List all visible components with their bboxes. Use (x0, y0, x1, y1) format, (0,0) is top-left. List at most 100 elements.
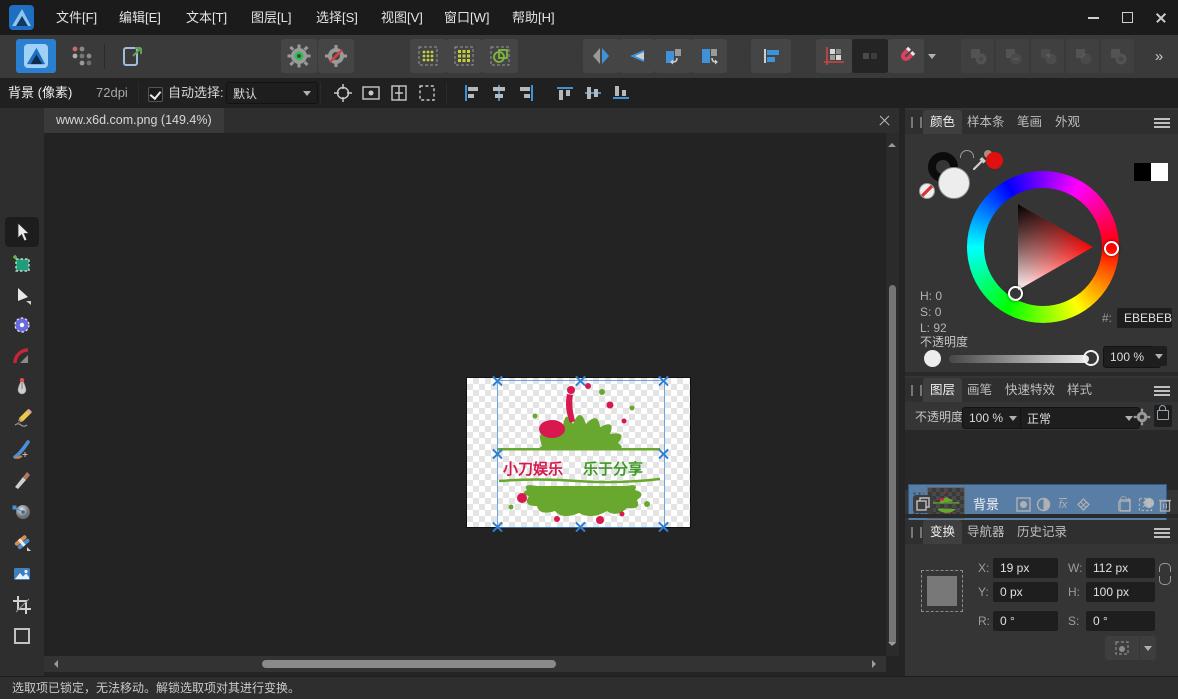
rotation-input[interactable]: 0 ° (993, 611, 1058, 631)
anchor-center[interactable] (927, 576, 957, 606)
align-left-button[interactable] (458, 81, 484, 105)
tool-move[interactable] (10, 220, 34, 244)
tool-fill-gradient[interactable] (10, 499, 34, 523)
scroll-right-arrow[interactable] (872, 660, 880, 668)
transform-anchor-selector[interactable] (921, 570, 963, 612)
duplicate-layer-button[interactable] (913, 495, 933, 513)
mask-layer-button[interactable] (1013, 495, 1033, 513)
boolean-intersect-button[interactable] (1031, 39, 1064, 73)
tool-corner[interactable] (10, 344, 34, 368)
tool-crop[interactable] (10, 593, 34, 617)
hide-selection-button[interactable] (358, 81, 384, 105)
boolean-subtract-button[interactable] (996, 39, 1029, 73)
lock-layer-button[interactable] (1154, 405, 1172, 427)
panel-drag-handle[interactable] (911, 527, 922, 538)
designer-persona-button[interactable] (16, 39, 56, 73)
panel-drag-handle[interactable] (911, 117, 922, 128)
snapping-manager-button[interactable] (281, 39, 317, 73)
panel-menu-icon[interactable] (1154, 528, 1170, 530)
selection-handle-bottom-left[interactable] (491, 520, 504, 533)
hex-input[interactable]: EBEBEB (1117, 308, 1172, 328)
picked-color-swatch[interactable] (986, 152, 1003, 169)
no-color-swatch[interactable] (919, 183, 935, 199)
align-middle-button[interactable] (580, 81, 606, 105)
fill-color-selector[interactable] (938, 167, 970, 199)
x-input[interactable]: 19 px (993, 558, 1058, 578)
vertical-scrollbar[interactable] (886, 133, 899, 656)
layers-opacity-dropdown[interactable]: 100 % (962, 407, 1024, 429)
menu-item-view[interactable]: 视图[V] (375, 0, 429, 35)
panel-drag-handle[interactable] (911, 385, 922, 396)
tool-node[interactable] (10, 284, 34, 308)
dynamic-guides-button[interactable] (816, 39, 852, 73)
grayscale-swatch-white[interactable] (1151, 163, 1168, 181)
align-center-button[interactable] (486, 81, 512, 105)
menu-item-select[interactable]: 选择[S] (310, 0, 364, 35)
shear-input[interactable]: 0 ° (1086, 611, 1155, 631)
adjustment-layer-button[interactable] (1033, 495, 1053, 513)
tab-swatches[interactable]: 样本条 (960, 110, 1012, 134)
selection-handle-bottom-center[interactable] (574, 520, 587, 533)
transform-mode-dropdown[interactable] (1140, 636, 1156, 660)
horizontal-scrollbar[interactable] (44, 656, 886, 672)
canvas-viewport[interactable]: 小刀娱乐 乐于分享 (44, 133, 886, 656)
menu-item-layer[interactable]: 图层[L] (245, 0, 297, 35)
w-input[interactable]: 112 px (1086, 558, 1155, 578)
toolbar-overflow-button[interactable]: » (1148, 39, 1170, 73)
rotate-cw-button[interactable] (691, 39, 727, 73)
maximize-button[interactable] (1110, 0, 1144, 35)
tab-color[interactable]: 颜色 (923, 110, 962, 134)
align-bottom-button[interactable] (608, 81, 634, 105)
menu-item-file[interactable]: 文件[F] (50, 0, 103, 35)
snapping-toggle-button[interactable] (888, 39, 924, 73)
opacity-slider-handle[interactable] (1083, 350, 1099, 366)
tab-layers[interactable]: 图层 (923, 378, 962, 402)
tool-selection-brush[interactable] (10, 313, 34, 337)
tool-pencil[interactable] (10, 406, 34, 430)
selection-handle-top-center[interactable] (574, 374, 587, 387)
boolean-add-button[interactable] (961, 39, 994, 73)
scroll-up-arrow[interactable] (888, 139, 896, 147)
export-persona-button[interactable] (113, 39, 153, 73)
tab-navigator[interactable]: 导航器 (960, 520, 1012, 544)
menu-item-edit[interactable]: 编辑[E] (113, 0, 167, 35)
selection-handle-bottom-right[interactable] (657, 520, 670, 533)
pixel-grid-button[interactable] (410, 39, 446, 73)
selection-handle-top-left[interactable] (491, 374, 504, 387)
tool-vector-brush[interactable] (10, 437, 34, 461)
flip-horizontal-button[interactable] (583, 39, 619, 73)
y-input[interactable]: 0 px (993, 582, 1058, 602)
opacity-dropdown-button[interactable] (1151, 346, 1167, 366)
cycle-selection-box-button[interactable] (414, 81, 440, 105)
horizontal-scroll-thumb[interactable] (262, 660, 556, 668)
menu-item-help[interactable]: 帮助[H] (506, 0, 561, 35)
transform-origin-button[interactable] (386, 81, 412, 105)
tab-transform[interactable]: 变换 (923, 520, 962, 544)
tool-pen[interactable] (10, 375, 34, 399)
opacity-slider-track[interactable] (949, 355, 1089, 363)
flip-vertical-button[interactable] (619, 39, 655, 73)
alignment-button[interactable] (751, 39, 791, 73)
selection-handle-middle-right[interactable] (657, 447, 670, 460)
snapping-off-button[interactable] (318, 39, 354, 73)
snapping-dropdown-button[interactable] (924, 39, 940, 73)
add-layer-button[interactable] (1115, 495, 1135, 513)
tab-styles[interactable]: 样式 (1060, 378, 1099, 402)
tab-close-button[interactable] (878, 114, 891, 127)
tool-knife[interactable] (10, 468, 34, 492)
saturation-lightness-marker[interactable] (1008, 286, 1023, 301)
boolean-divide-button[interactable] (1066, 39, 1099, 73)
link-dimensions-icon[interactable] (1159, 563, 1171, 572)
boolean-combine-button[interactable] (1101, 39, 1134, 73)
auto-select-dropdown[interactable]: 默认 (226, 82, 318, 104)
blend-mode-dropdown[interactable]: 正常 (1020, 407, 1140, 429)
selection-handle-middle-left[interactable] (491, 447, 504, 460)
transform-objects-separately-button[interactable] (852, 39, 888, 73)
transform-mode-button[interactable] (1105, 636, 1139, 660)
tab-appearance[interactable]: 外观 (1048, 110, 1087, 134)
tab-history[interactable]: 历史记录 (1010, 520, 1074, 544)
panel-menu-icon[interactable] (1154, 386, 1170, 388)
document-tab[interactable]: www.x6d.com.png (149.4%) (44, 108, 224, 133)
h-input[interactable]: 100 px (1086, 582, 1155, 602)
close-button[interactable] (1144, 0, 1178, 35)
